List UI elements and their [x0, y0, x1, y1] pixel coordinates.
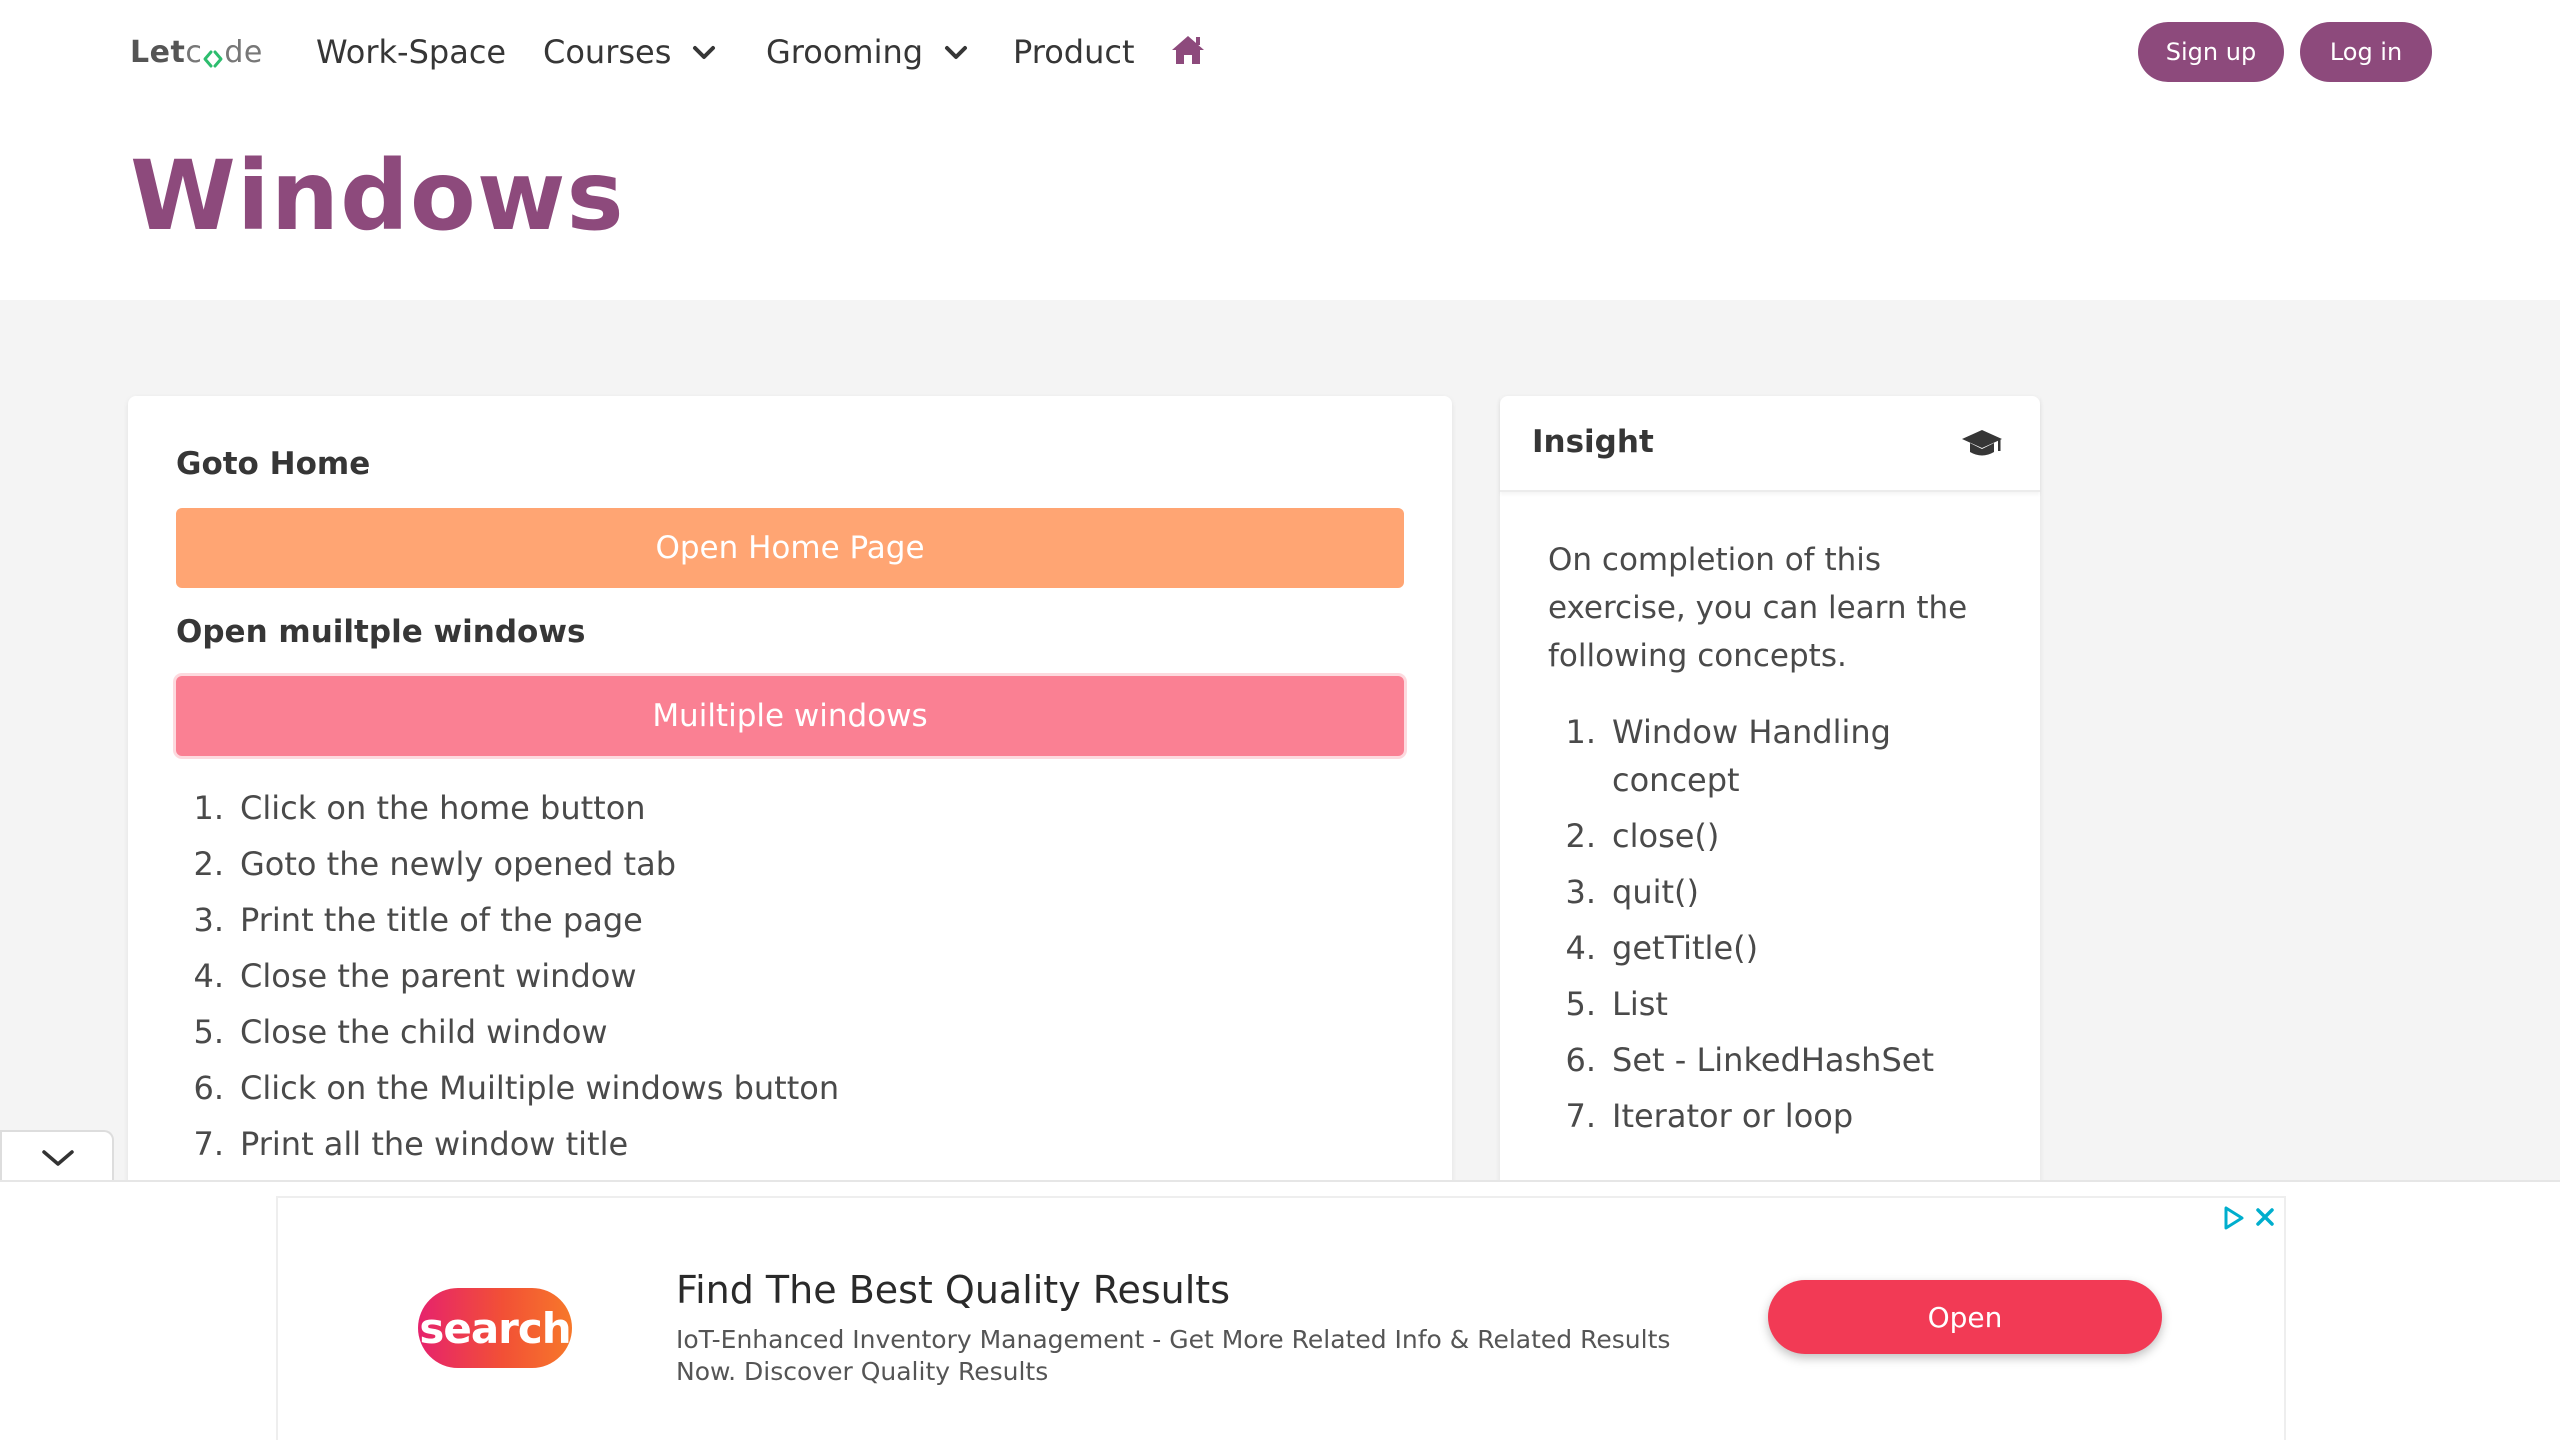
chevron-down-icon — [693, 46, 716, 59]
chevron-down-icon — [945, 46, 968, 59]
concept-text: quit() — [1612, 873, 1699, 911]
step-number: 2. — [193, 845, 224, 883]
step-number: 1. — [193, 789, 224, 827]
step-number: 3. — [193, 901, 224, 939]
concept-number: 1. — [1565, 713, 1596, 751]
ad-open-button[interactable]: Open — [1768, 1280, 2162, 1354]
nav-courses-dropdown[interactable]: Courses — [543, 30, 717, 74]
list-item: 7. Print all the window title — [176, 1116, 1376, 1172]
step-number: 7. — [193, 1125, 224, 1163]
concept-number: 7. — [1565, 1097, 1596, 1135]
list-item: 3. Print the title of the page — [176, 892, 1376, 948]
step-text: Close the child window — [240, 1013, 608, 1051]
list-item: 1. Click on the home button — [176, 780, 1376, 836]
exercise-steps-list: 1. Click on the home button 2. Goto the ne… — [176, 780, 1376, 1172]
ad-banner: search Find The Best Quality Results IoT… — [0, 1180, 2560, 1440]
concepts-list: 1. Window Handling concept 2. close() 3. qu… — [1548, 708, 2008, 1148]
step-text: Print all the window title — [240, 1125, 629, 1163]
concept-text: Iterator or loop — [1612, 1097, 1854, 1135]
open-multiple-windows-label: Open muiltple windows — [176, 614, 586, 650]
graduation-cap-icon — [1962, 430, 2002, 456]
step-text: Print the title of the page — [240, 901, 643, 939]
concept-text: getTitle() — [1612, 929, 1759, 967]
list-item: 5. List — [1548, 980, 2008, 1028]
nav-grooming-dropdown[interactable]: Grooming — [766, 30, 969, 74]
list-item: 1. Window Handling concept — [1548, 708, 2008, 804]
list-item: 2. Goto the newly opened tab — [176, 836, 1376, 892]
page-title: Windows — [130, 140, 625, 252]
step-text: Close the parent window — [240, 957, 637, 995]
concept-number: 3. — [1565, 873, 1596, 911]
logo-text-let: Let — [130, 34, 186, 70]
nav-work-space-label: Work-Space — [316, 33, 507, 71]
concept-text: List — [1612, 985, 1668, 1023]
logo-code-icon — [203, 42, 223, 68]
header-area: Let c de Work-Space Courses Grooming Pro… — [0, 0, 2560, 300]
step-number: 4. — [193, 957, 224, 995]
ad-collapse-toggle[interactable] — [0, 1130, 114, 1182]
nav-grooming-label: Grooming — [766, 33, 924, 71]
concept-text: close() — [1612, 817, 1720, 855]
list-item: 2. close() — [1548, 812, 2008, 860]
ad-content[interactable]: search Find The Best Quality Results IoT… — [276, 1196, 2286, 1440]
list-item: 3. quit() — [1548, 868, 2008, 916]
list-item: 6. Click on the Muiltiple windows button — [176, 1060, 1376, 1116]
open-home-page-button[interactable]: Open Home Page — [176, 508, 1404, 588]
home-icon[interactable] — [1170, 34, 1206, 66]
close-icon — [2256, 1208, 2274, 1226]
navbar: Let c de Work-Space Courses Grooming Pro… — [0, 0, 2560, 104]
concept-number: 4. — [1565, 929, 1596, 967]
ad-headline[interactable]: Find The Best Quality Results — [676, 1268, 1230, 1312]
list-item: 5. Close the child window — [176, 1004, 1376, 1060]
step-number: 5. — [193, 1013, 224, 1051]
step-text: Goto the newly opened tab — [240, 845, 676, 883]
step-text: Click on the home button — [240, 789, 646, 827]
concept-number: 2. — [1565, 817, 1596, 855]
list-item: 4. Close the parent window — [176, 948, 1376, 1004]
nav-product-label: Product — [1013, 33, 1135, 71]
goto-home-label: Goto Home — [176, 446, 371, 482]
concept-text: Window Handling concept — [1612, 713, 1891, 799]
step-text: Click on the Muiltiple windows button — [240, 1069, 840, 1107]
logo-text-c: c — [185, 34, 203, 70]
step-number: 6. — [193, 1069, 224, 1107]
sign-up-button[interactable]: Sign up — [2138, 22, 2284, 82]
list-item: 6. Set - LinkedHashSet — [1548, 1036, 2008, 1084]
concept-number: 6. — [1565, 1041, 1596, 1079]
insight-description: On completion of this exercise, you can … — [1548, 542, 1968, 674]
nav-product[interactable]: Product — [1013, 30, 1135, 74]
log-in-button[interactable]: Log in — [2300, 22, 2432, 82]
nav-courses-label: Courses — [543, 33, 672, 71]
concept-text: Set - LinkedHashSet — [1612, 1041, 1934, 1079]
ad-choices-icon — [2224, 1206, 2244, 1230]
ad-description: IoT-Enhanced Inventory Management - Get … — [676, 1325, 1671, 1386]
letcode-logo[interactable]: Let c de — [130, 30, 263, 74]
nav-work-space[interactable]: Work-Space — [316, 30, 506, 74]
logo-text-de: de — [224, 34, 263, 70]
concept-number: 5. — [1565, 985, 1596, 1023]
insight-title: Insight — [1532, 424, 1654, 460]
exercise-card: Goto Home Open Home Page Open muiltple w… — [128, 396, 1452, 1196]
insight-header: Insight — [1500, 396, 2040, 492]
list-item: 7. Iterator or loop — [1548, 1092, 2008, 1140]
multiple-windows-button[interactable]: Muiltiple windows — [176, 676, 1404, 756]
list-item: 4. getTitle() — [1548, 924, 2008, 972]
ad-choices[interactable] — [2222, 1204, 2282, 1234]
insight-card: Insight On completion of this exercise, … — [1500, 396, 2040, 1196]
search-logo: search — [418, 1288, 572, 1368]
chevron-down-icon — [42, 1150, 74, 1166]
